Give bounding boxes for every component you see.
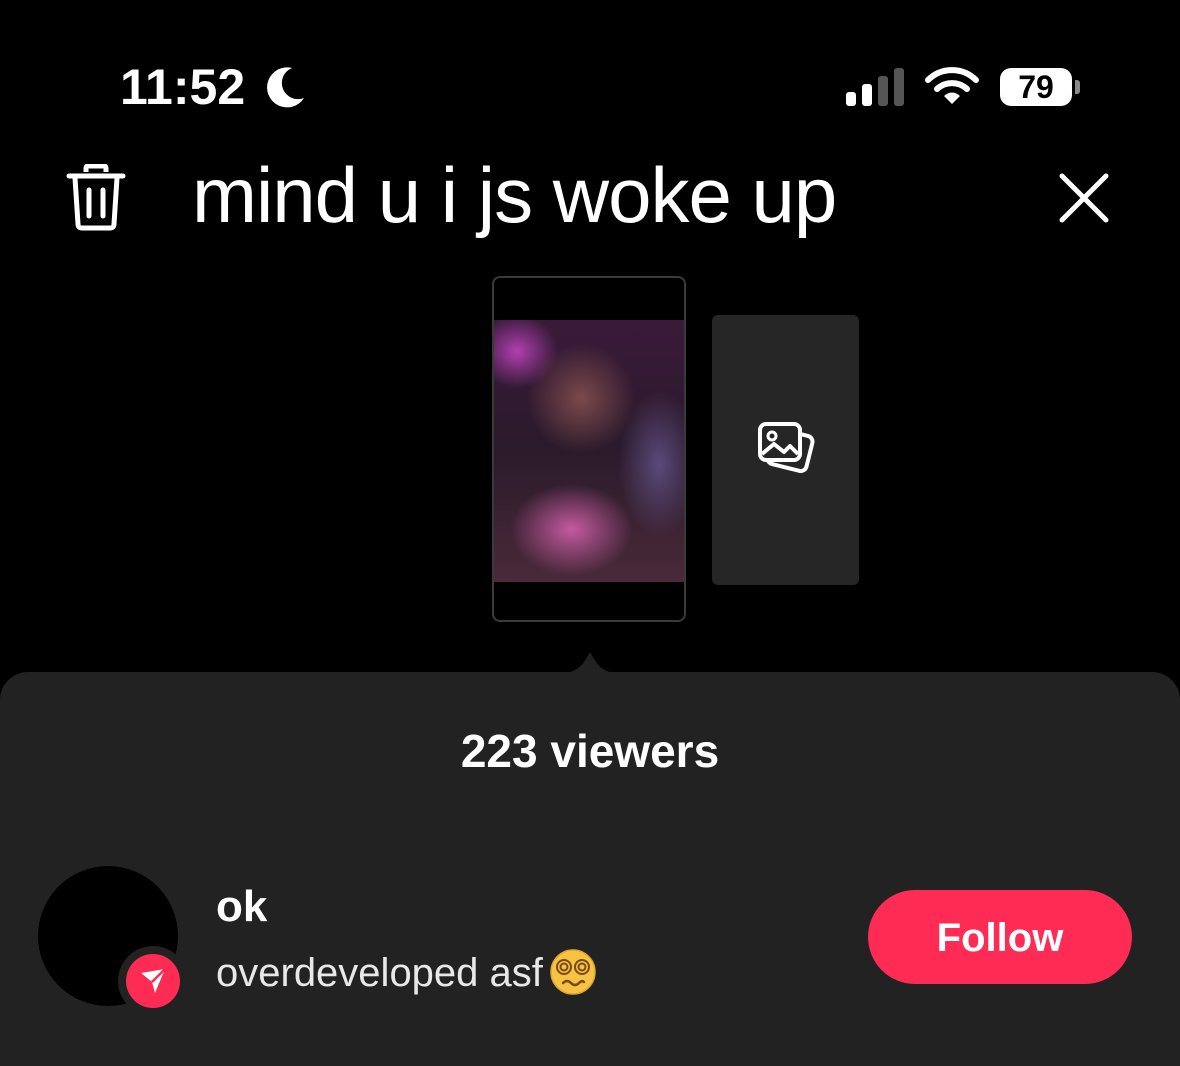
story-thumbnail[interactable] xyxy=(492,276,686,622)
sheet-pointer xyxy=(556,644,624,679)
viewers-count: 223 viewers xyxy=(460,725,720,777)
story-photo xyxy=(494,320,684,582)
photo-gallery-icon xyxy=(758,422,815,474)
battery-icon: 79 xyxy=(1000,68,1072,106)
status-time: 11:52 xyxy=(120,59,246,115)
share-arrow-icon xyxy=(141,968,166,993)
dizzy-face-emoji xyxy=(549,948,597,1006)
battery-tip xyxy=(1075,80,1080,94)
share-badge xyxy=(118,946,188,1016)
viewer-username[interactable]: ok xyxy=(216,882,267,932)
story-caption-title: mind u i js woke up xyxy=(192,151,837,239)
cellular-signal-icon xyxy=(846,68,906,111)
badge-background xyxy=(126,954,180,1008)
status-bar: 11:52 79 xyxy=(0,0,1180,160)
viewer-bio: overdeveloped asf xyxy=(216,948,597,1006)
follow-button[interactable]: Follow xyxy=(868,890,1132,984)
moon-icon xyxy=(264,64,308,113)
close-icon[interactable] xyxy=(1058,172,1110,229)
add-story-tile[interactable] xyxy=(712,315,859,585)
trash-icon[interactable] xyxy=(66,163,126,237)
viewer-bio-text: overdeveloped asf xyxy=(216,951,543,995)
wifi-icon xyxy=(924,66,980,111)
